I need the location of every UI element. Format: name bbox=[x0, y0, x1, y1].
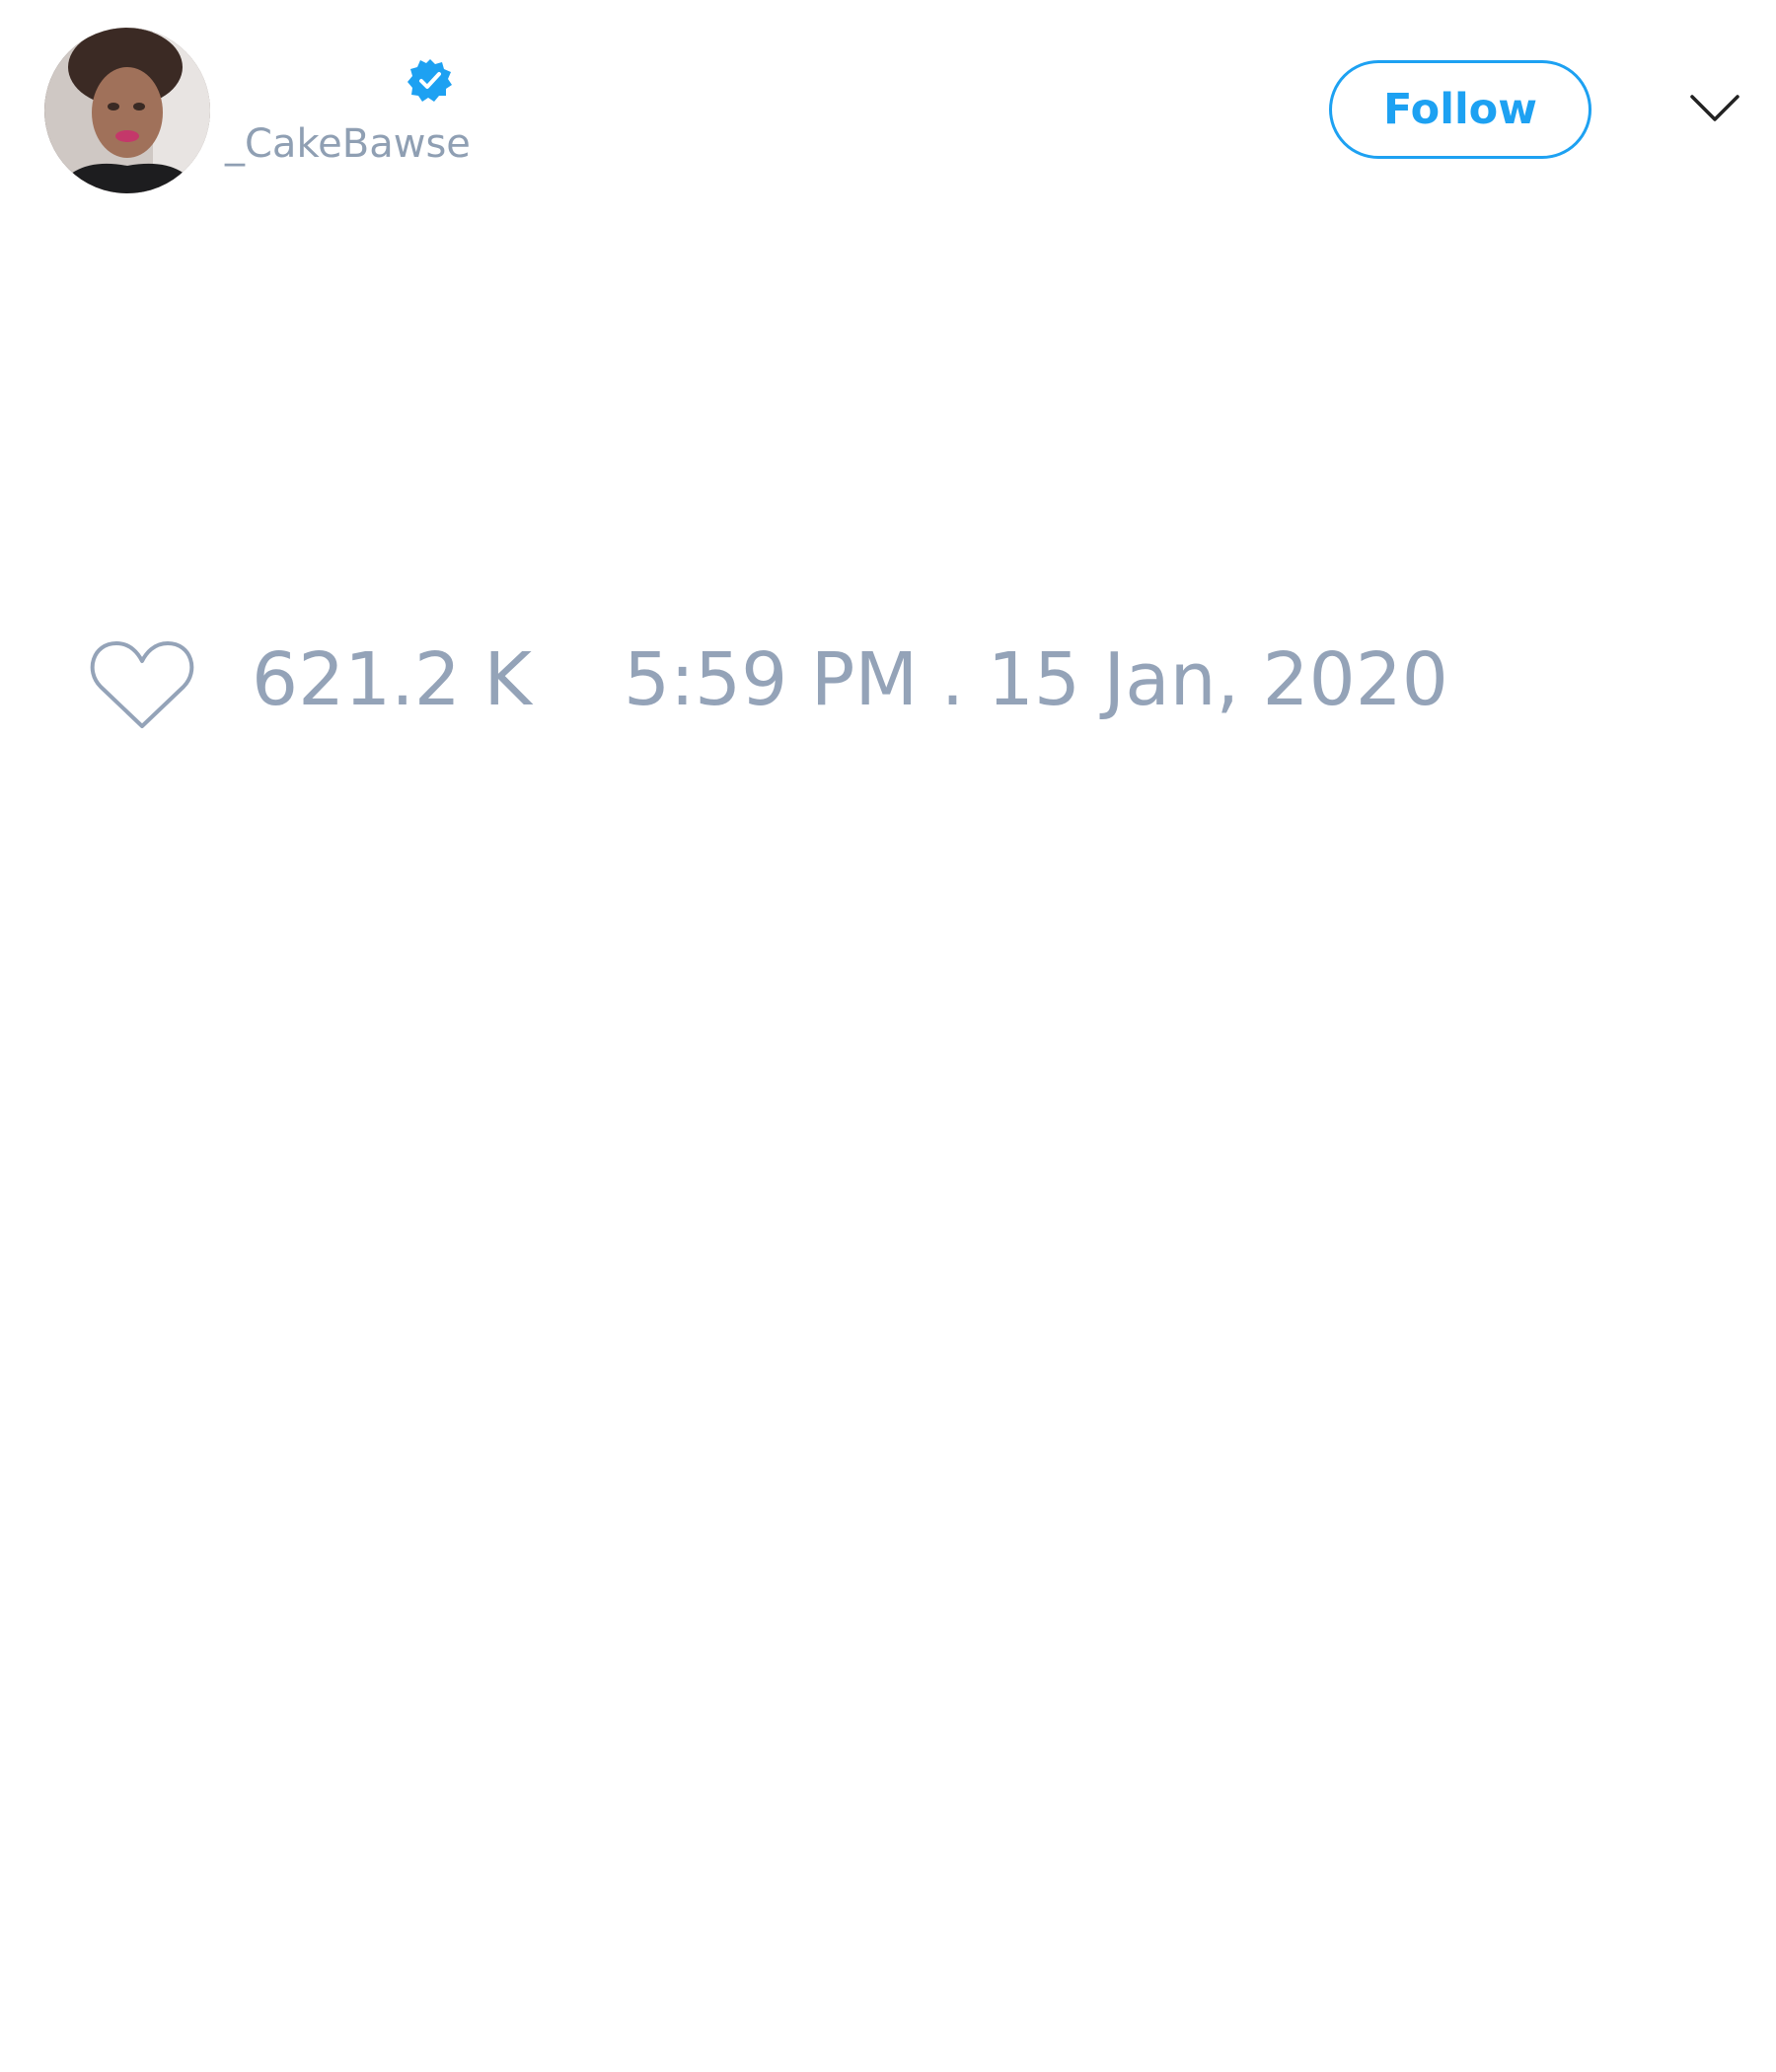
tweet-card: _CakeBawse Follow 621.2 K 5:59 PM . 15 J… bbox=[0, 0, 1776, 2072]
heart-icon[interactable] bbox=[89, 637, 195, 732]
chevron-down-icon[interactable] bbox=[1689, 91, 1740, 126]
tweet-timestamp[interactable]: 5:59 PM . 15 Jan, 2020 bbox=[624, 643, 1448, 716]
avatar-photo bbox=[44, 28, 210, 193]
verified-badge-icon bbox=[407, 59, 452, 102]
follow-button[interactable]: Follow bbox=[1329, 60, 1591, 159]
avatar[interactable] bbox=[44, 28, 210, 193]
author-handle[interactable]: _CakeBawse bbox=[225, 124, 471, 164]
like-count: 621.2 K bbox=[252, 637, 532, 722]
